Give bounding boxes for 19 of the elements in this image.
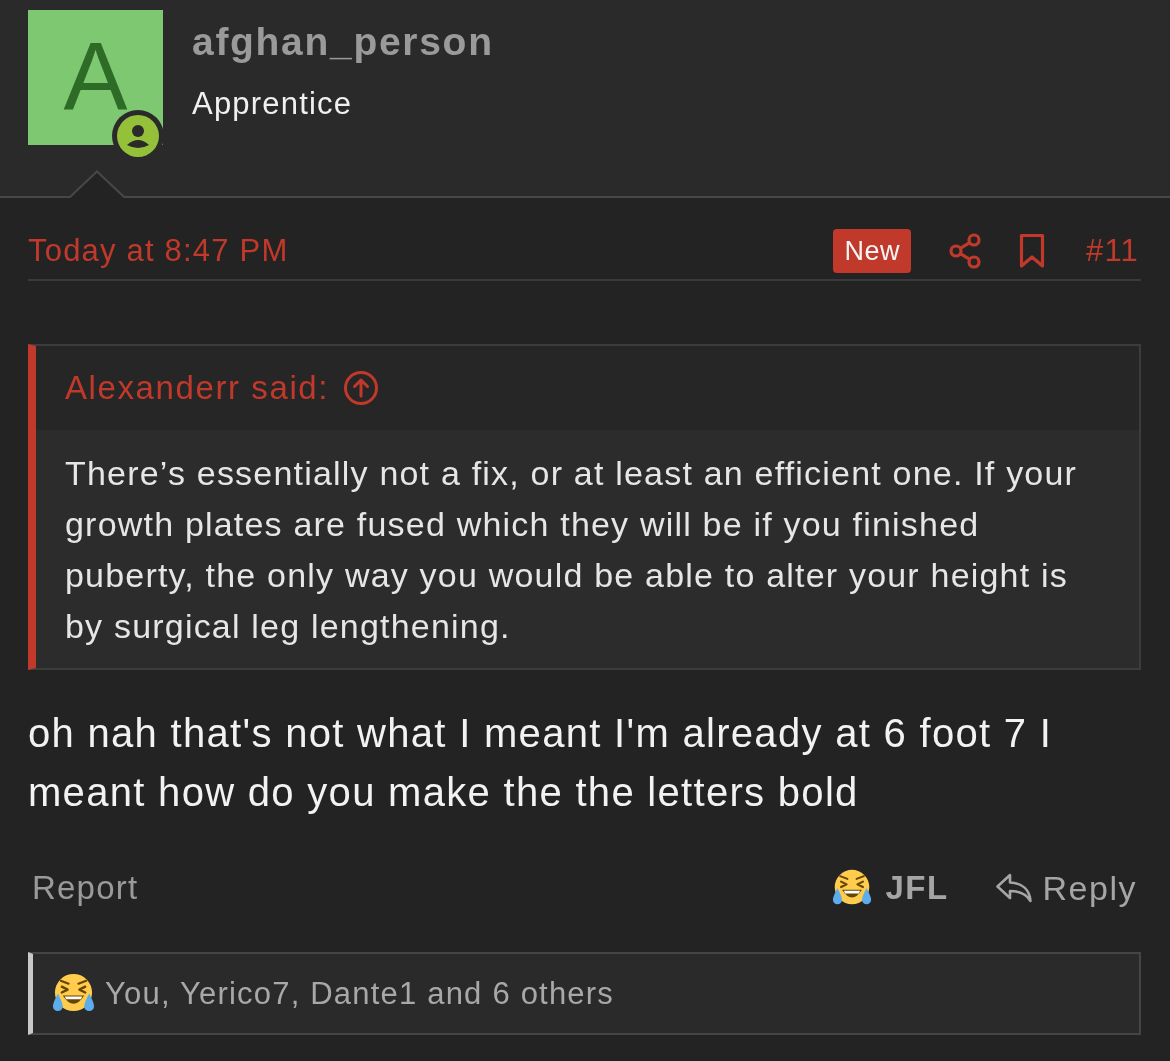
- up-arrow-circle-icon[interactable]: [343, 370, 380, 406]
- quote-text: There’s essentially not a fix, or at least an efficient one. If your growth plates are fused which they will be if you finished puberty, the only way you would be able to alter your height is by surgical leg lengthening.: [36, 430, 1139, 668]
- reactions-summary: You, Yerico7, Dante1 and 6 others: [105, 975, 614, 1012]
- reply-button[interactable]: Reply: [994, 868, 1137, 908]
- share-icon[interactable]: [948, 232, 981, 269]
- user-title: Apprentice: [192, 86, 353, 122]
- avatar[interactable]: A: [28, 10, 163, 145]
- username[interactable]: afghan_person: [192, 20, 494, 64]
- post-date[interactable]: Today at 8:47 PM: [28, 232, 834, 269]
- reply-arrow-icon: [994, 872, 1033, 904]
- post-number[interactable]: #11: [1085, 232, 1139, 269]
- quote-author[interactable]: Alexanderr said:: [65, 369, 330, 407]
- new-badge: New: [833, 228, 911, 273]
- report-link[interactable]: Report: [32, 869, 833, 907]
- avatar-letter: A: [63, 27, 128, 124]
- reaction-button[interactable]: JFL: [832, 868, 949, 908]
- reactions-bar[interactable]: You, Yerico7, Dante1 and 6 others: [28, 952, 1141, 1035]
- post-message: oh nah that's not what I meant I'm already at 6 foot 7 I meant how do you make the the letters bold: [28, 710, 1054, 816]
- bookmark-icon[interactable]: [1018, 232, 1045, 269]
